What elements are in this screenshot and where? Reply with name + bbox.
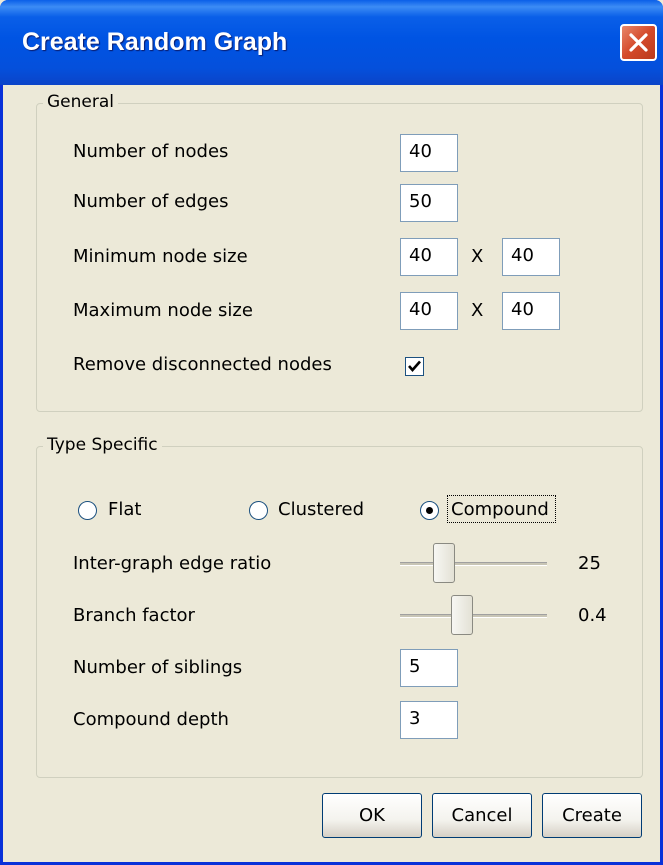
radio-clustered-label[interactable]: Clustered [278,499,364,520]
depth-label: Compound depth [73,709,229,730]
branch-factor-value: 0.4 [578,605,607,626]
inter-graph-slider-track[interactable] [400,562,547,566]
cancel-button[interactable]: Cancel [432,793,532,838]
num-nodes-input[interactable]: 40 [400,134,458,172]
remove-disconnected-label: Remove disconnected nodes [73,354,332,375]
inter-graph-label: Inter-graph edge ratio [73,553,272,574]
num-edges-label: Number of edges [73,191,229,212]
depth-input[interactable]: 3 [400,701,458,739]
title-bar[interactable]: Create Random Graph [0,0,663,85]
close-button[interactable] [620,24,657,61]
general-group: General Number of nodes 40 Number of edg… [36,92,643,412]
max-size-width-input[interactable]: 40 [400,292,458,330]
radio-clustered[interactable] [249,501,268,520]
branch-factor-label: Branch factor [73,605,195,626]
num-edges-input[interactable]: 50 [400,184,458,222]
window-title: Create Random Graph [22,28,288,56]
siblings-label: Number of siblings [73,657,243,678]
branch-slider-thumb[interactable] [451,595,473,635]
dialog-window: Create Random Graph General Number of no… [0,0,663,865]
radio-compound-label[interactable]: Compound [451,499,549,520]
create-button[interactable]: Create [542,793,642,838]
ok-button[interactable]: OK [322,793,422,838]
max-size-height-input[interactable]: 40 [502,292,560,330]
min-size-width-input[interactable]: 40 [400,238,458,276]
min-size-height-input[interactable]: 40 [502,238,560,276]
type-specific-legend: Type Specific [43,435,162,455]
min-size-separator: X [471,246,484,267]
radio-flat-label[interactable]: Flat [108,499,141,520]
radio-compound-dot [426,507,433,514]
inter-graph-slider-thumb[interactable] [433,543,455,583]
type-specific-group: Type Specific Flat Clustered Compound In… [36,435,643,778]
general-legend: General [43,92,118,112]
remove-disconnected-checkbox[interactable] [405,357,424,376]
radio-flat[interactable] [78,501,97,520]
radio-compound[interactable] [420,501,439,520]
max-size-separator: X [471,300,484,321]
inter-graph-value: 25 [578,553,601,574]
max-size-label: Maximum node size [73,300,253,321]
num-nodes-label: Number of nodes [73,141,229,162]
branch-slider-track[interactable] [400,614,547,618]
min-size-label: Minimum node size [73,246,248,267]
siblings-input[interactable]: 5 [400,649,458,687]
